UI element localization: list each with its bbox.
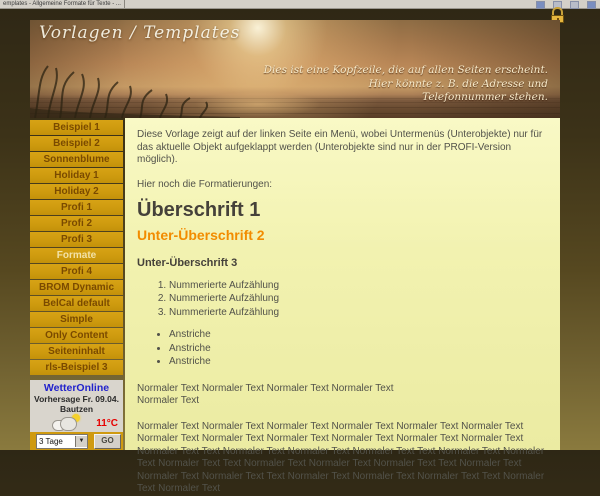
numbered-list: Nummerierte Aufzählung Nummerierte Aufzä… <box>169 280 546 320</box>
heading-3: Unter-Überschrift 3 <box>137 257 546 270</box>
header-tagline: Dies ist eine Kopfzeile, die auf allen S… <box>264 64 548 105</box>
forecast-range-select[interactable]: 3 Tage ▼ <box>36 434 88 449</box>
bullet-list-item: Anstriche <box>169 356 546 369</box>
lock-icon <box>551 7 564 21</box>
normal-text-paragraph: Normaler Text Normaler Text Normaler Tex… <box>137 421 546 496</box>
browser-titlebar: emplates - Allgemeine Formate für Texte … <box>0 0 600 9</box>
sidebar-menu: Beispiel 1 Beispiel 2 Sonnenblume Holida… <box>30 120 123 376</box>
sidebar-item-profi-2[interactable]: Profi 2 <box>30 216 123 231</box>
sun-behind-cloud-icon <box>52 417 82 429</box>
toolbar-icon[interactable] <box>536 1 545 9</box>
normal-text-line: Normaler Text <box>137 395 546 408</box>
numbered-list-item: Nummerierte Aufzählung <box>169 293 546 306</box>
weather-widget: WetterOnline Vorhersage Fr. 09.04. Bautz… <box>30 380 123 450</box>
page-header-banner: Vorlagen / Templates Dies ist eine Kopfz… <box>30 20 560 118</box>
sidebar-item-holiday-1[interactable]: Holiday 1 <box>30 168 123 183</box>
sidebar-item-beispiel-1[interactable]: Beispiel 1 <box>30 120 123 135</box>
sidebar-item-simple[interactable]: Simple <box>30 312 123 327</box>
bullet-list: Anstriche Anstriche Anstriche <box>169 329 546 369</box>
sidebar-item-rls-beispiel-3[interactable]: rls-Beispiel 3 <box>30 360 123 375</box>
main-content: Diese Vorlage zeigt auf der linken Seite… <box>125 118 560 450</box>
numbered-list-item: Nummerierte Aufzählung <box>169 307 546 320</box>
heading-1: Überschrift 1 <box>137 204 546 217</box>
tagline-line: Telefonnummer stehen. <box>264 91 548 105</box>
sidebar-item-brom-dynamic[interactable]: BROM Dynamic <box>30 280 123 295</box>
weather-location: Bautzen <box>30 405 123 414</box>
toolbar-icon[interactable] <box>587 1 596 9</box>
weather-controls: 3 Tage ▼ GO <box>30 432 123 450</box>
numbered-list-item: Nummerierte Aufzählung <box>169 280 546 293</box>
tagline-line: Dies ist eine Kopfzeile, die auf allen S… <box>264 64 548 78</box>
sidebar-item-beispiel-2[interactable]: Beispiel 2 <box>30 136 123 151</box>
normal-text-block: Normaler Text Normaler Text Normaler Tex… <box>137 383 546 408</box>
bullet-list-item: Anstriche <box>169 329 546 342</box>
sidebar-item-holiday-2[interactable]: Holiday 2 <box>30 184 123 199</box>
wetteronline-logo[interactable]: WetterOnline <box>30 380 123 394</box>
sidebar-item-formate[interactable]: Formate <box>30 248 123 263</box>
temperature-value: 11°C <box>96 418 118 429</box>
sidebar-item-sonnenblume[interactable]: Sonnenblume <box>30 152 123 167</box>
beach-grass-silhouette <box>30 58 240 118</box>
chevron-down-icon[interactable]: ▼ <box>75 436 87 447</box>
browser-tab[interactable]: emplates - Allgemeine Formate für Texte … <box>0 0 125 8</box>
browser-toolbar-icons <box>536 1 596 9</box>
sidebar-item-seiteninhalt[interactable]: Seiteninhalt <box>30 344 123 359</box>
forecast-label: Vorhersage Fr. 09.04. <box>30 395 123 404</box>
intro-paragraph: Diese Vorlage zeigt auf der linken Seite… <box>137 129 546 167</box>
formats-intro: Hier noch die Formatierungen: <box>137 179 546 192</box>
sidebar-item-profi-4[interactable]: Profi 4 <box>30 264 123 279</box>
sidebar-item-profi-3[interactable]: Profi 3 <box>30 232 123 247</box>
forecast-range-value: 3 Tage <box>37 437 75 446</box>
go-button[interactable]: GO <box>94 434 121 449</box>
heading-2: Unter-Überschrift 2 <box>137 229 546 242</box>
site-title: Vorlagen / Templates <box>39 23 240 43</box>
sidebar-item-profi-1[interactable]: Profi 1 <box>30 200 123 215</box>
normal-text-line: Normaler Text Normaler Text Normaler Tex… <box>137 383 546 396</box>
sidebar-item-only-content[interactable]: Only Content <box>30 328 123 343</box>
sidebar-item-belcal-default[interactable]: BelCal default <box>30 296 123 311</box>
tagline-line: Hier könnte z. B. die Adresse und <box>264 78 548 92</box>
toolbar-icon[interactable] <box>570 1 579 9</box>
bullet-list-item: Anstriche <box>169 343 546 356</box>
